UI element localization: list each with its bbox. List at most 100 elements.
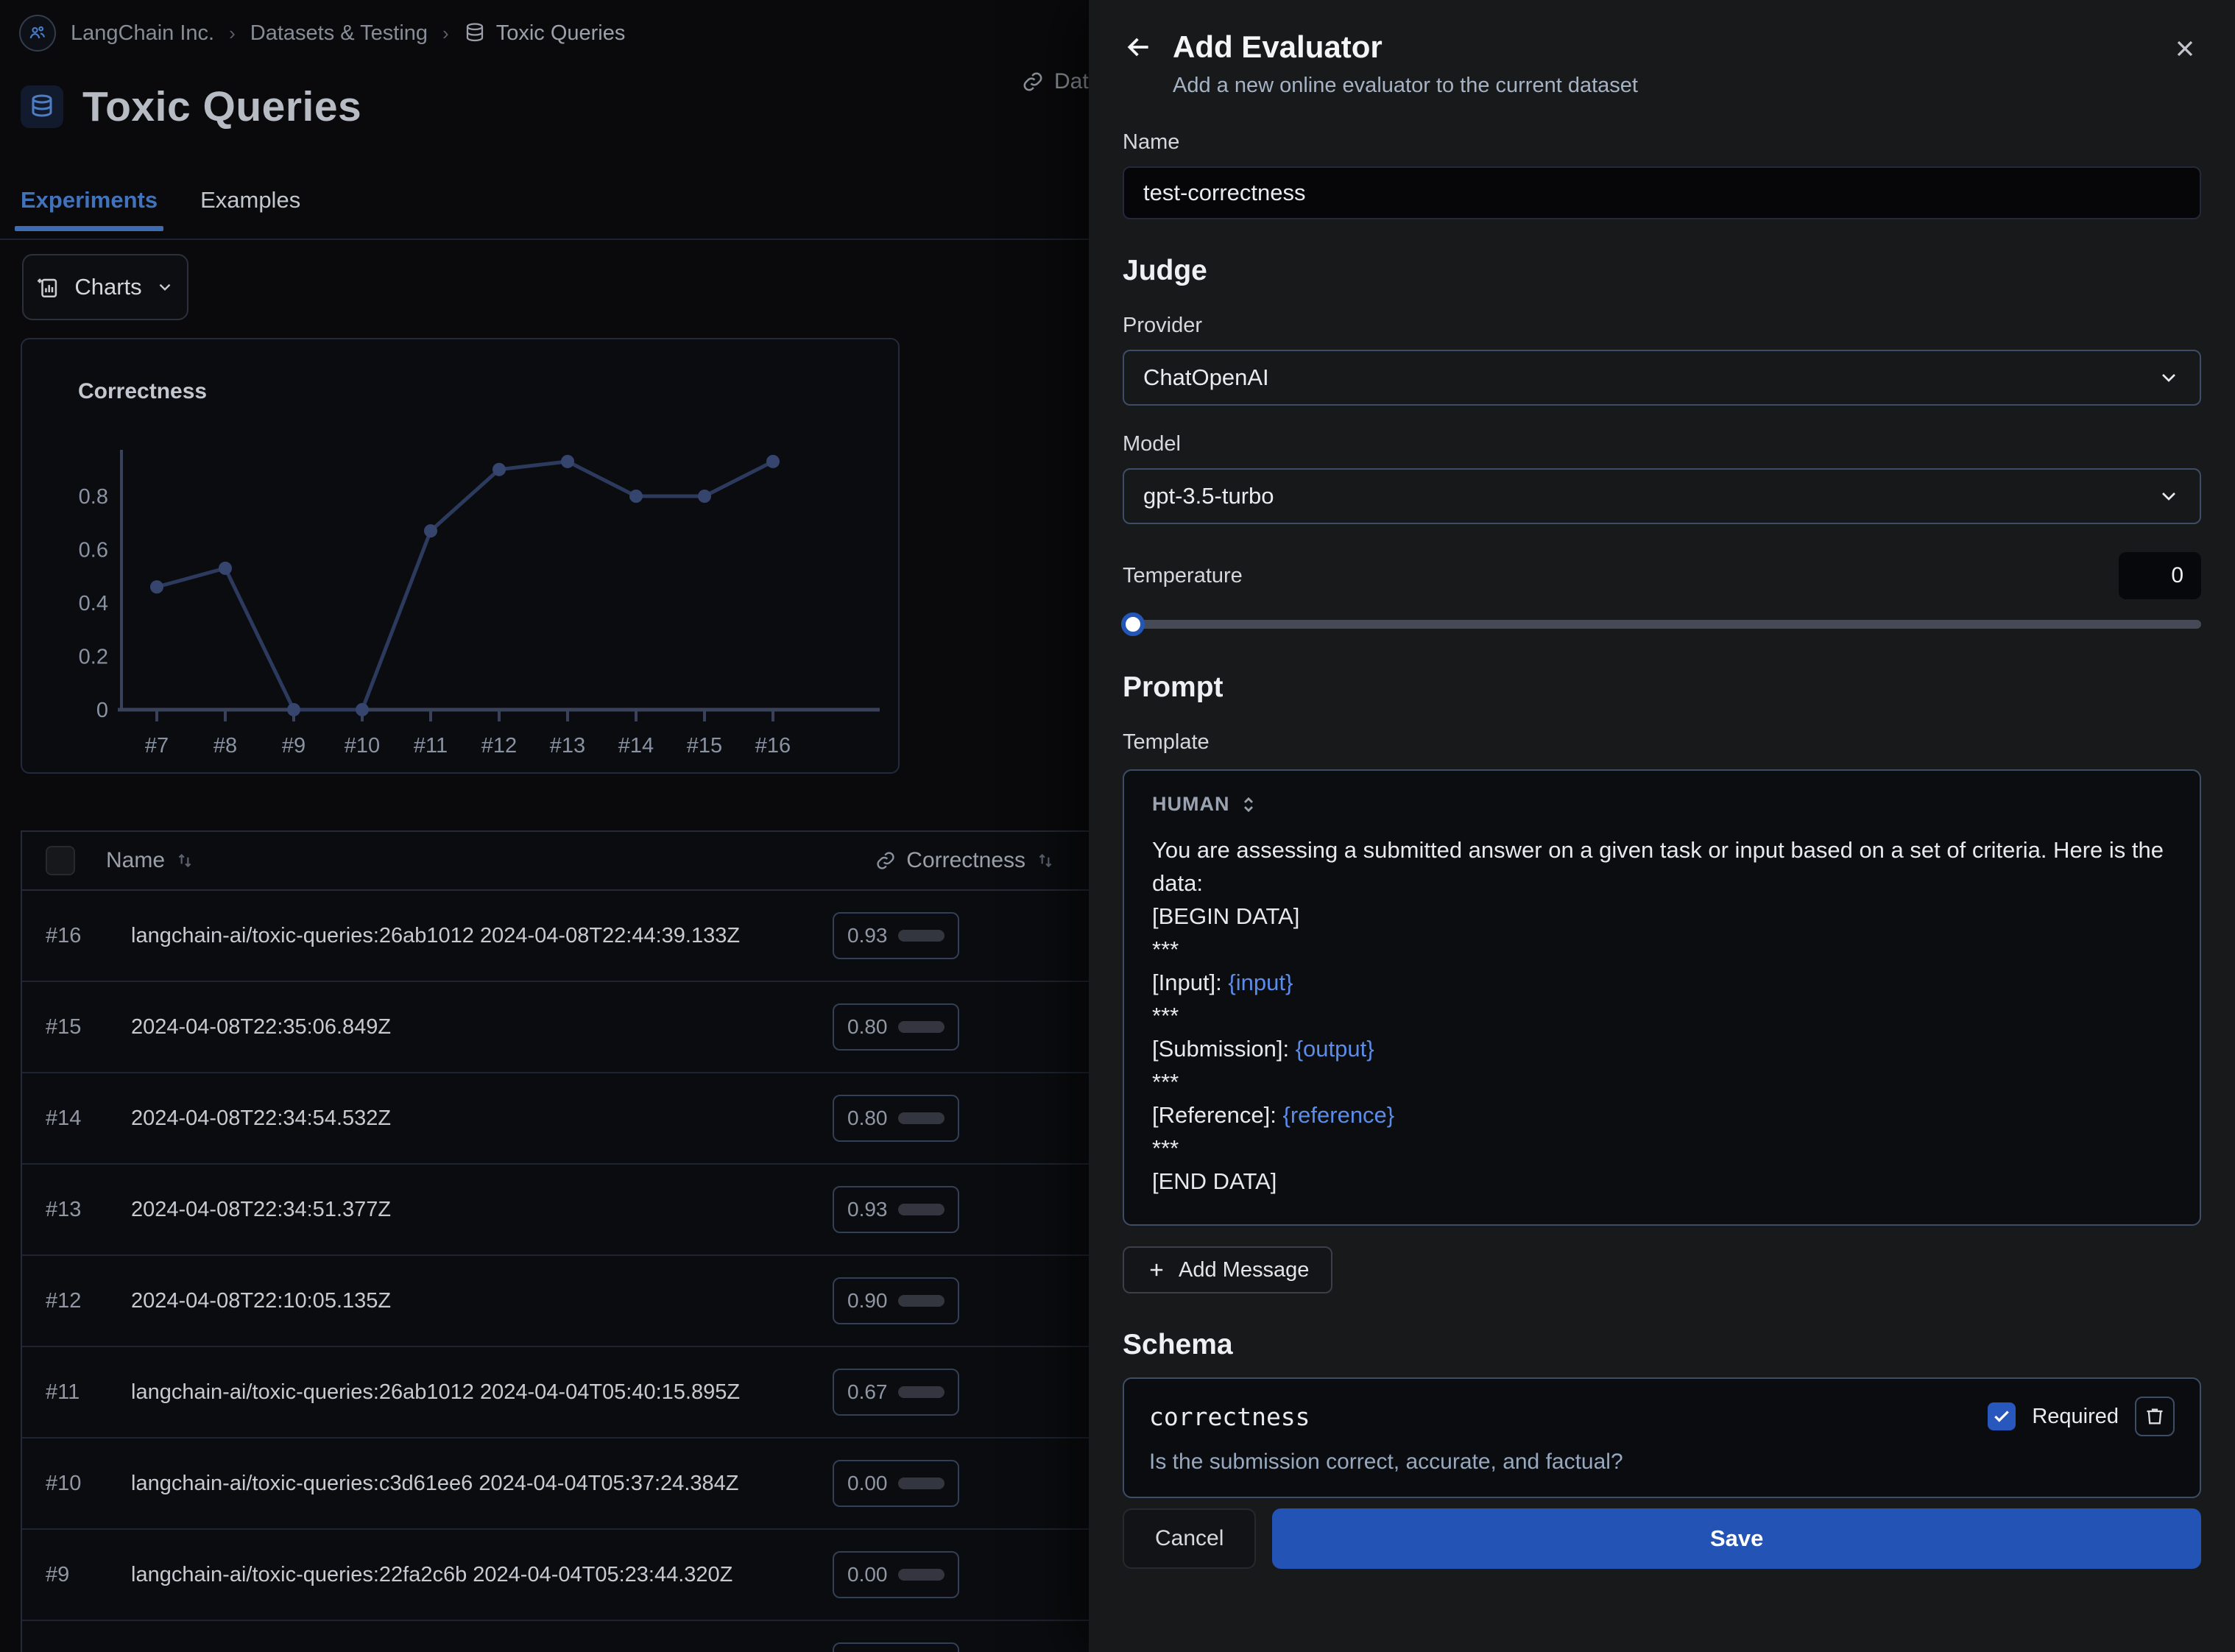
svg-text:0.6: 0.6 (79, 539, 108, 562)
template-line: *** (1152, 933, 2172, 966)
table-header-row: Name Correctness (22, 832, 1089, 891)
row-name[interactable]: langchain-ai/toxic-queries:26ab1012 2024… (131, 924, 740, 948)
svg-text:0.4: 0.4 (79, 592, 108, 615)
svg-text:0.8: 0.8 (79, 485, 108, 509)
table-row[interactable]: #16langchain-ai/toxic-queries:26ab1012 2… (22, 891, 1089, 982)
row-name[interactable]: langchain-ai/toxic-queries:26ab1012 2024… (131, 1380, 740, 1405)
back-button[interactable] (1123, 31, 1155, 63)
correctness-score-pill[interactable]: 0.80 (833, 1095, 959, 1142)
dataset-icon-box (21, 85, 63, 128)
sort-icon[interactable] (175, 851, 194, 870)
breadcrumb-section[interactable]: Datasets & Testing (250, 21, 428, 46)
template-line: [Input]: {input} (1152, 966, 2172, 999)
tab-examples[interactable]: Examples (200, 187, 300, 231)
row-name[interactable]: 2024-04-08T22:34:51.377Z (131, 1198, 391, 1222)
table-row[interactable]: #11langchain-ai/toxic-queries:26ab1012 2… (22, 1347, 1089, 1439)
schema-heading: Schema (1123, 1329, 2201, 1361)
correctness-score-pill[interactable]: 0.53 (833, 1642, 959, 1652)
close-button[interactable] (2169, 32, 2201, 65)
model-label: Model (1123, 432, 2201, 456)
dataset-link-partial[interactable]: Dat (1022, 69, 1089, 94)
schema-field-description[interactable]: Is the submission correct, accurate, and… (1149, 1450, 2175, 1475)
correctness-score-pill[interactable]: 0.00 (833, 1551, 959, 1598)
correctness-score-pill[interactable]: 0.90 (833, 1277, 959, 1324)
message-role-selector[interactable]: HUMAN (1152, 793, 2172, 816)
temperature-value-input[interactable]: 0 (2119, 552, 2201, 599)
table-row[interactable]: #12 2024-04-08T22:10:05.135Z 0.90 (22, 1256, 1089, 1347)
sort-icon[interactable] (1036, 851, 1055, 870)
row-index: #12 (46, 1289, 107, 1313)
prompt-template-editor[interactable]: HUMAN You are assessing a submitted answ… (1123, 769, 2201, 1226)
prompt-heading: Prompt (1123, 671, 2201, 704)
correctness-score-pill[interactable]: 0.00 (833, 1460, 959, 1507)
provider-select[interactable]: ChatOpenAI (1123, 350, 2201, 406)
template-line: [END DATA] (1152, 1165, 2172, 1198)
svg-text:#7: #7 (145, 734, 169, 758)
save-button[interactable]: Save (1272, 1508, 2201, 1569)
tab-experiments[interactable]: Experiments (21, 187, 158, 231)
required-checkbox[interactable] (1988, 1402, 2016, 1430)
model-select[interactable]: gpt-3.5-turbo (1123, 468, 2201, 524)
template-text-segment: [BEGIN DATA] (1152, 903, 1299, 929)
row-index: #13 (46, 1198, 107, 1222)
table-row[interactable]: #13 2024-04-08T22:34:51.377Z 0.93 (22, 1165, 1089, 1256)
arrow-left-icon (1125, 33, 1153, 61)
add-message-button[interactable]: Add Message (1123, 1246, 1332, 1293)
column-header-correctness[interactable]: Correctness (875, 848, 1055, 873)
row-name[interactable]: 2024-04-08T22:34:54.532Z (131, 1106, 391, 1131)
template-line: *** (1152, 999, 2172, 1032)
breadcrumb-separator: › (229, 22, 236, 45)
judge-heading: Judge (1123, 255, 2201, 287)
svg-text:#12: #12 (481, 734, 517, 758)
row-name[interactable]: langchain-ai/toxic-queries:22fa2c6b 2024… (131, 1563, 732, 1587)
correctness-score-pill[interactable]: 0.80 (833, 1003, 959, 1051)
table-row[interactable]: #10langchain-ai/toxic-queries:c3d61ee6 2… (22, 1439, 1089, 1530)
name-input[interactable] (1123, 166, 2201, 219)
svg-text:#10: #10 (345, 734, 380, 758)
drawer-header: Add Evaluator (1123, 29, 2201, 65)
template-text[interactable]: You are assessing a submitted answer on … (1152, 833, 2172, 1198)
people-icon (27, 23, 48, 43)
schema-field-name[interactable]: correctness (1149, 1402, 1310, 1431)
page-title: Toxic Queries (82, 82, 361, 131)
experiments-table: Name Correctness #16langchain-ai/toxic-q… (21, 830, 1089, 1652)
chevron-down-icon (2157, 366, 2181, 389)
template-line: [Reference]: {reference} (1152, 1098, 2172, 1132)
temperature-row: Temperature 0 (1123, 552, 2201, 599)
svg-text:#11: #11 (414, 734, 448, 758)
database-icon (464, 22, 486, 44)
score-value: 0.90 (847, 1289, 888, 1313)
column-header-name[interactable]: Name (106, 848, 194, 873)
drawer-footer: Cancel Save (1123, 1508, 2201, 1569)
cancel-button[interactable]: Cancel (1123, 1508, 1256, 1569)
database-icon (29, 93, 55, 120)
correctness-score-pill[interactable]: 0.67 (833, 1369, 959, 1416)
svg-text:#8: #8 (213, 734, 237, 758)
correctness-score-pill[interactable]: 0.93 (833, 912, 959, 959)
temperature-slider[interactable] (1123, 613, 2201, 636)
table-row[interactable]: #152024-04-08T22:35:06.849Z0.80 (22, 982, 1089, 1073)
table-row[interactable]: #14 2024-04-08T22:34:54.532Z 0.80 (22, 1073, 1089, 1165)
template-label: Template (1123, 730, 2201, 755)
org-avatar[interactable] (19, 15, 56, 52)
row-name[interactable]: 2024-04-08T22:35:06.849Z (131, 1015, 391, 1039)
correctness-score-pill[interactable]: 0.93 (833, 1186, 959, 1233)
row-name[interactable]: langchain-ai/toxic-queries:c3d61ee6 2024… (131, 1472, 738, 1496)
row-name[interactable]: 2024-04-08T22:10:05.135Z (131, 1289, 391, 1313)
table-row[interactable]: #8wfh/toxic-query-labeler:a72b2e3c 2024-… (22, 1621, 1089, 1652)
score-bar (898, 1204, 945, 1215)
check-icon (1992, 1407, 2011, 1426)
breadcrumb-org[interactable]: LangChain Inc. (71, 21, 214, 46)
row-index: #14 (46, 1106, 107, 1131)
score-bar (898, 1021, 945, 1033)
charts-button[interactable]: Charts (22, 254, 188, 320)
breadcrumb-page[interactable]: Toxic Queries (464, 21, 626, 46)
select-all-checkbox[interactable] (46, 846, 75, 875)
delete-field-button[interactable] (2135, 1397, 2175, 1436)
slider-thumb[interactable] (1121, 613, 1145, 636)
table-row[interactable]: #9langchain-ai/toxic-queries:22fa2c6b 20… (22, 1530, 1089, 1621)
slider-track[interactable] (1123, 620, 2201, 629)
breadcrumb-separator: › (442, 22, 449, 45)
temperature-label: Temperature (1123, 564, 1243, 588)
breadcrumb: LangChain Inc. › Datasets & Testing › To… (19, 15, 625, 52)
